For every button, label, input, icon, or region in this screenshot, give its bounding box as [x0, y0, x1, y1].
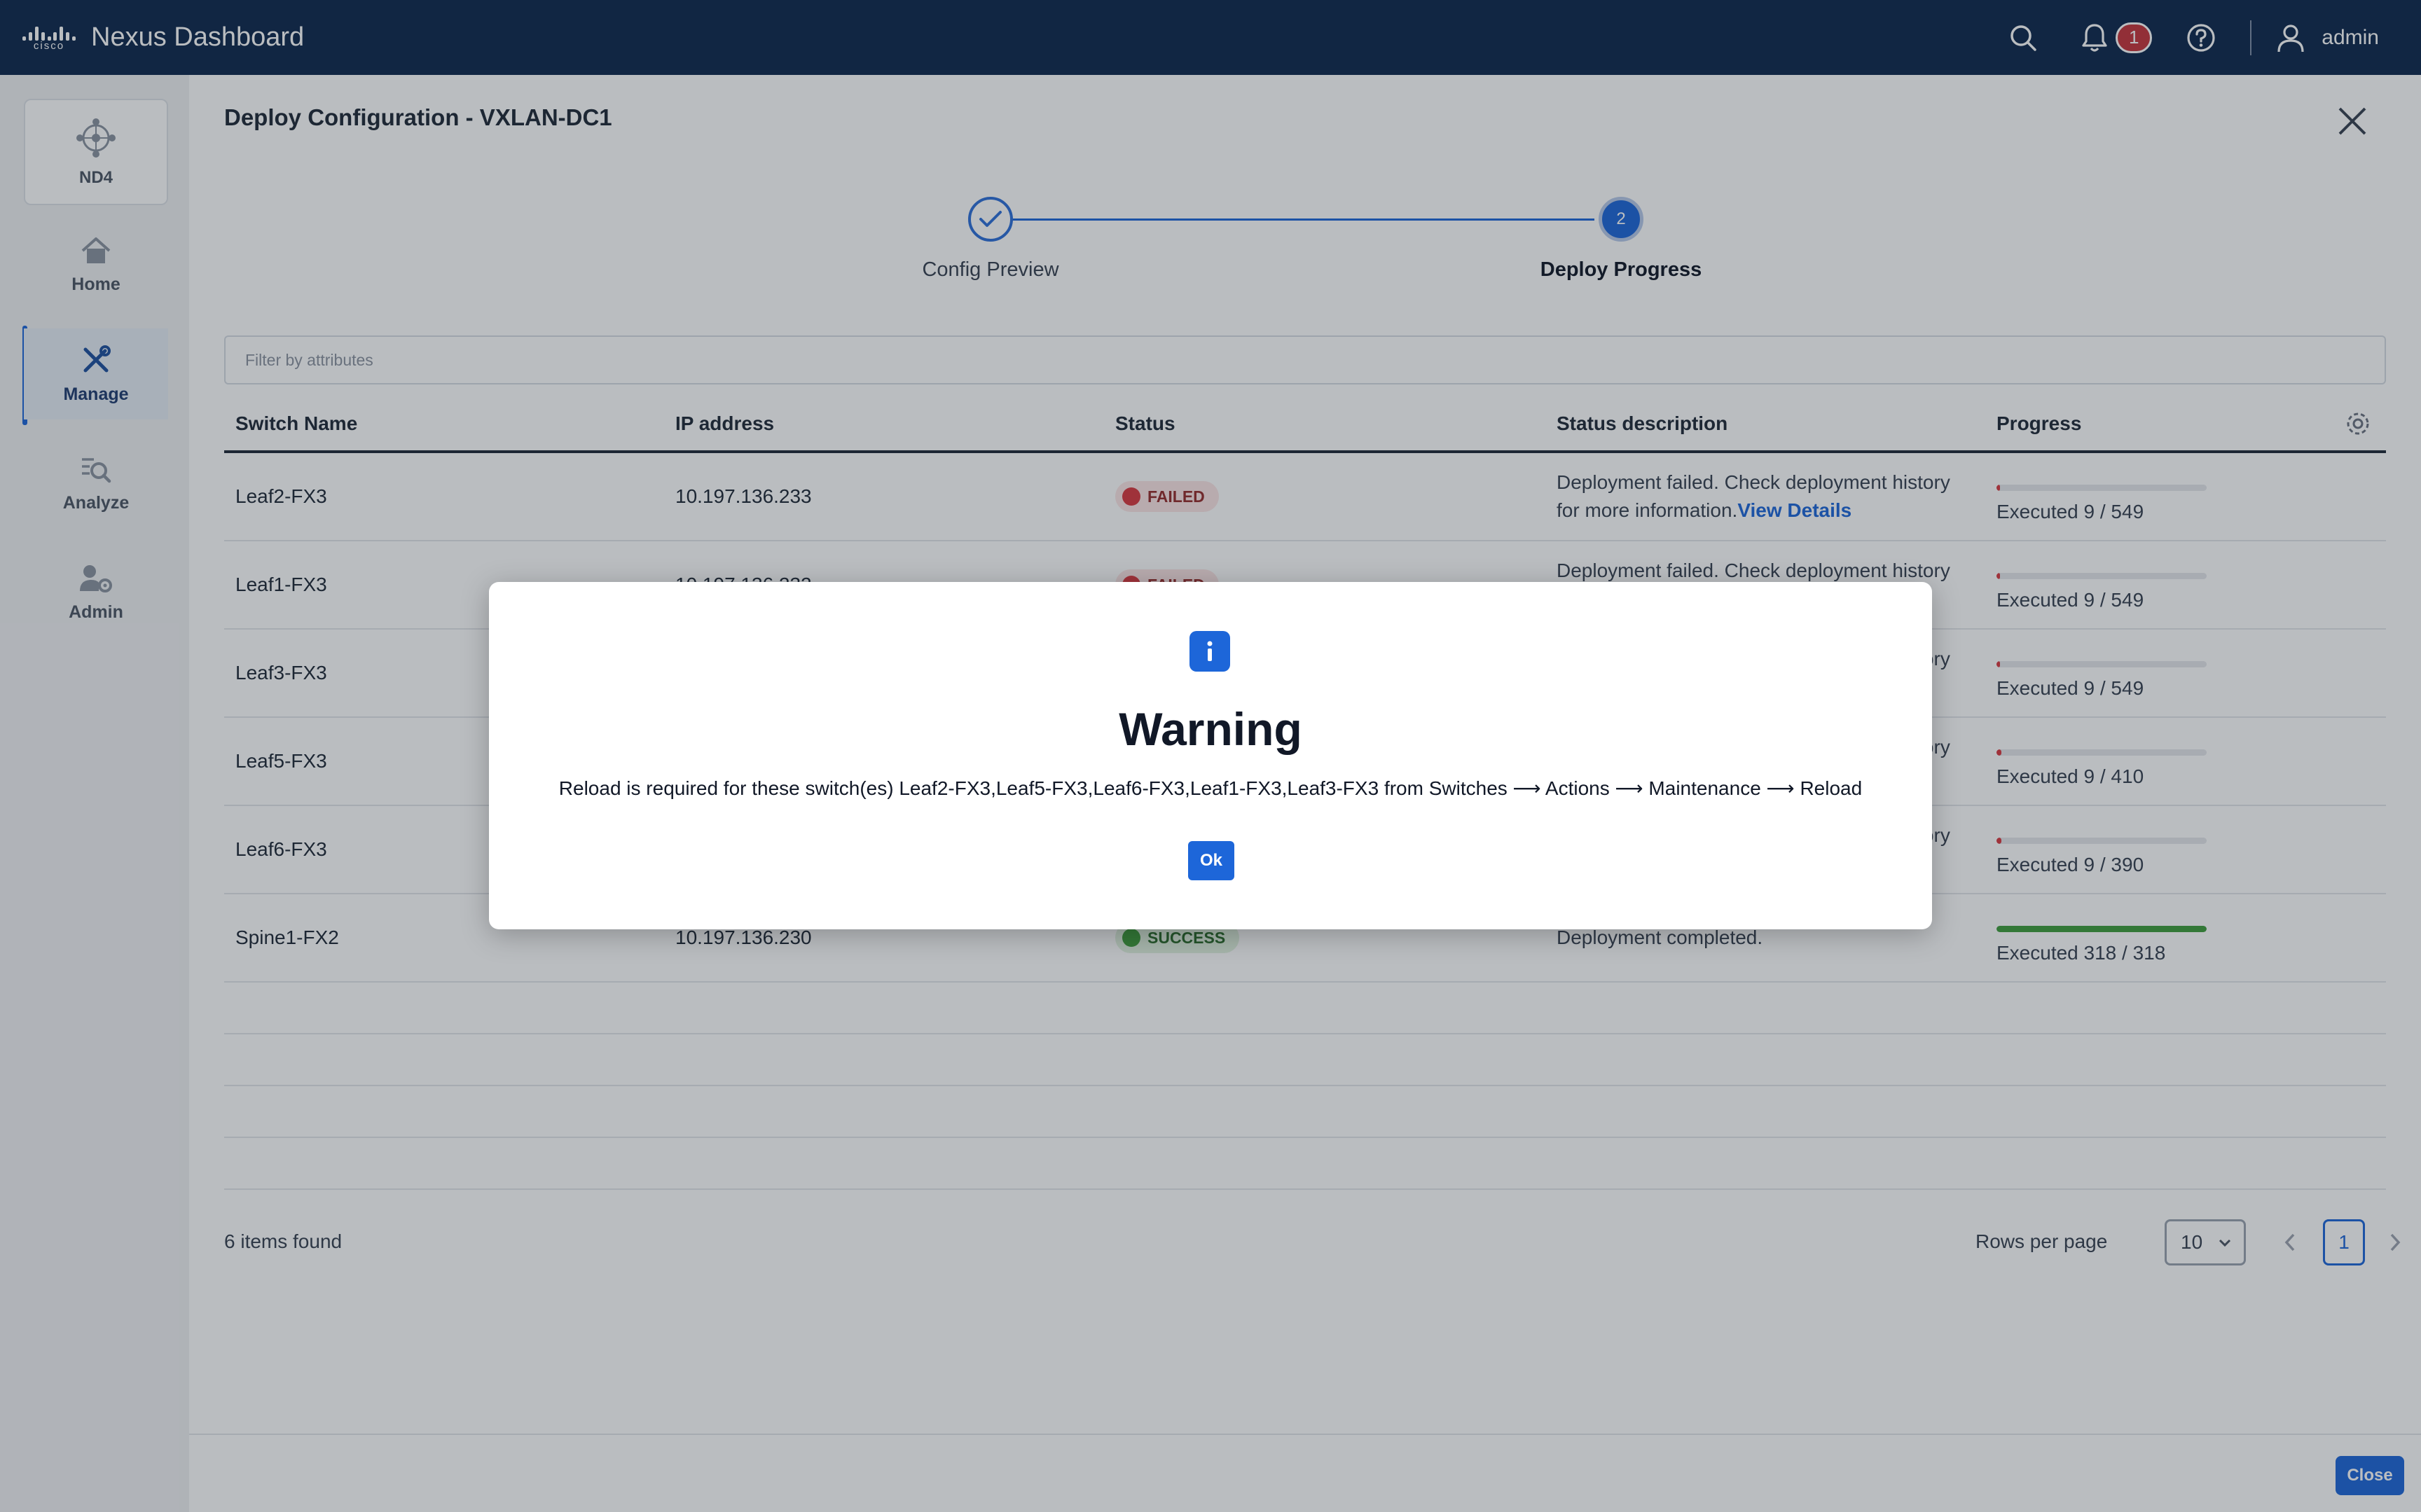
warning-modal: Warning Reload is required for these swi… — [489, 582, 1932, 929]
modal-title: Warning — [1119, 703, 1302, 755]
ok-button[interactable]: Ok — [1188, 841, 1234, 880]
info-icon — [1189, 631, 1230, 672]
modal-message: Reload is required for these switch(es) … — [558, 777, 1863, 799]
